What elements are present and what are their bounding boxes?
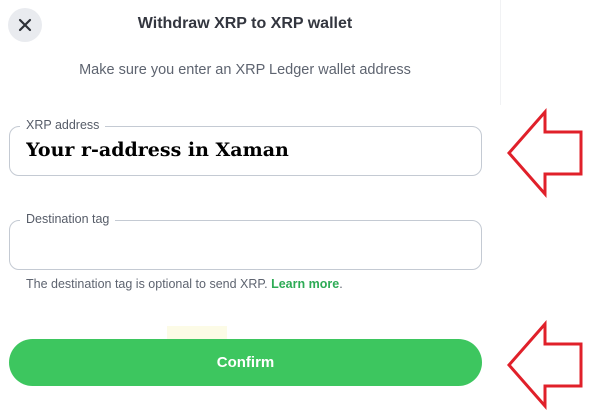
destination-tag-hint: The destination tag is optional to send … (26, 277, 343, 291)
dialog-subtitle: Make sure you enter an XRP Ledger wallet… (79, 62, 411, 78)
destination-tag-field[interactable]: Destination tag (9, 212, 482, 270)
left-arrow-icon (507, 320, 583, 410)
destination-tag-label: Destination tag (20, 212, 116, 226)
hint-text: The destination tag is optional to send … (26, 277, 268, 291)
hint-period: . (339, 277, 343, 291)
xrp-address-input[interactable] (26, 135, 466, 165)
learn-more-link[interactable]: Learn more (271, 277, 339, 291)
panel-divider (500, 0, 501, 105)
left-arrow-icon (507, 108, 583, 198)
xrp-address-label: XRP address (20, 118, 106, 132)
xrp-address-field[interactable]: XRP address (9, 118, 482, 176)
destination-tag-input[interactable] (26, 229, 466, 259)
confirm-button[interactable]: Confirm (9, 339, 482, 386)
dialog-title: Withdraw XRP to XRP wallet (137, 15, 353, 32)
